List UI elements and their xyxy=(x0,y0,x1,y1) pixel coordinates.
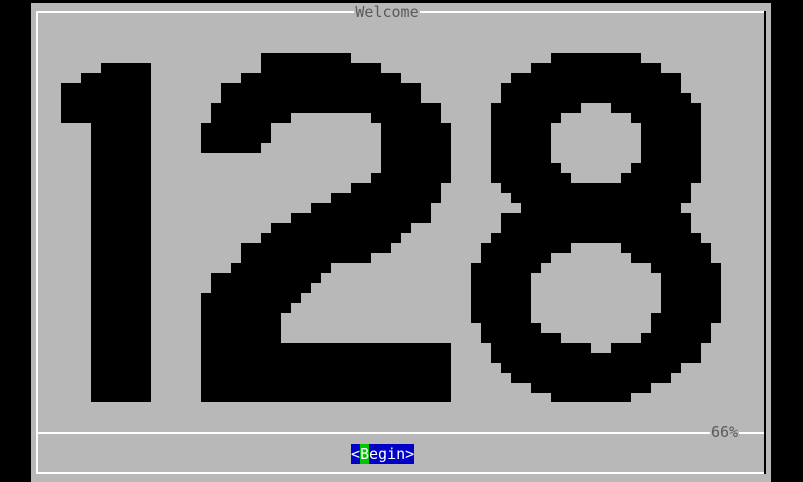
begin-left-bracket: < xyxy=(351,445,361,463)
begin-button[interactable]: < B egin > xyxy=(351,444,415,464)
digit-8 xyxy=(471,53,721,402)
terminal-screen: Welcome 128 66% < B egin > xyxy=(0,0,803,482)
begin-label-rest: egin xyxy=(369,445,406,463)
big-number-display: 128 xyxy=(61,53,721,402)
digit-1 xyxy=(61,63,151,402)
welcome-dialog: Welcome 128 66% < B egin > xyxy=(31,3,771,482)
dialog-border-bottom xyxy=(36,472,764,474)
begin-right-bracket: > xyxy=(405,445,415,463)
digit-2 xyxy=(201,53,451,402)
progress-percent-label: 66% xyxy=(710,423,740,441)
button-row-separator xyxy=(36,432,764,434)
begin-hotkey: B xyxy=(360,444,370,464)
